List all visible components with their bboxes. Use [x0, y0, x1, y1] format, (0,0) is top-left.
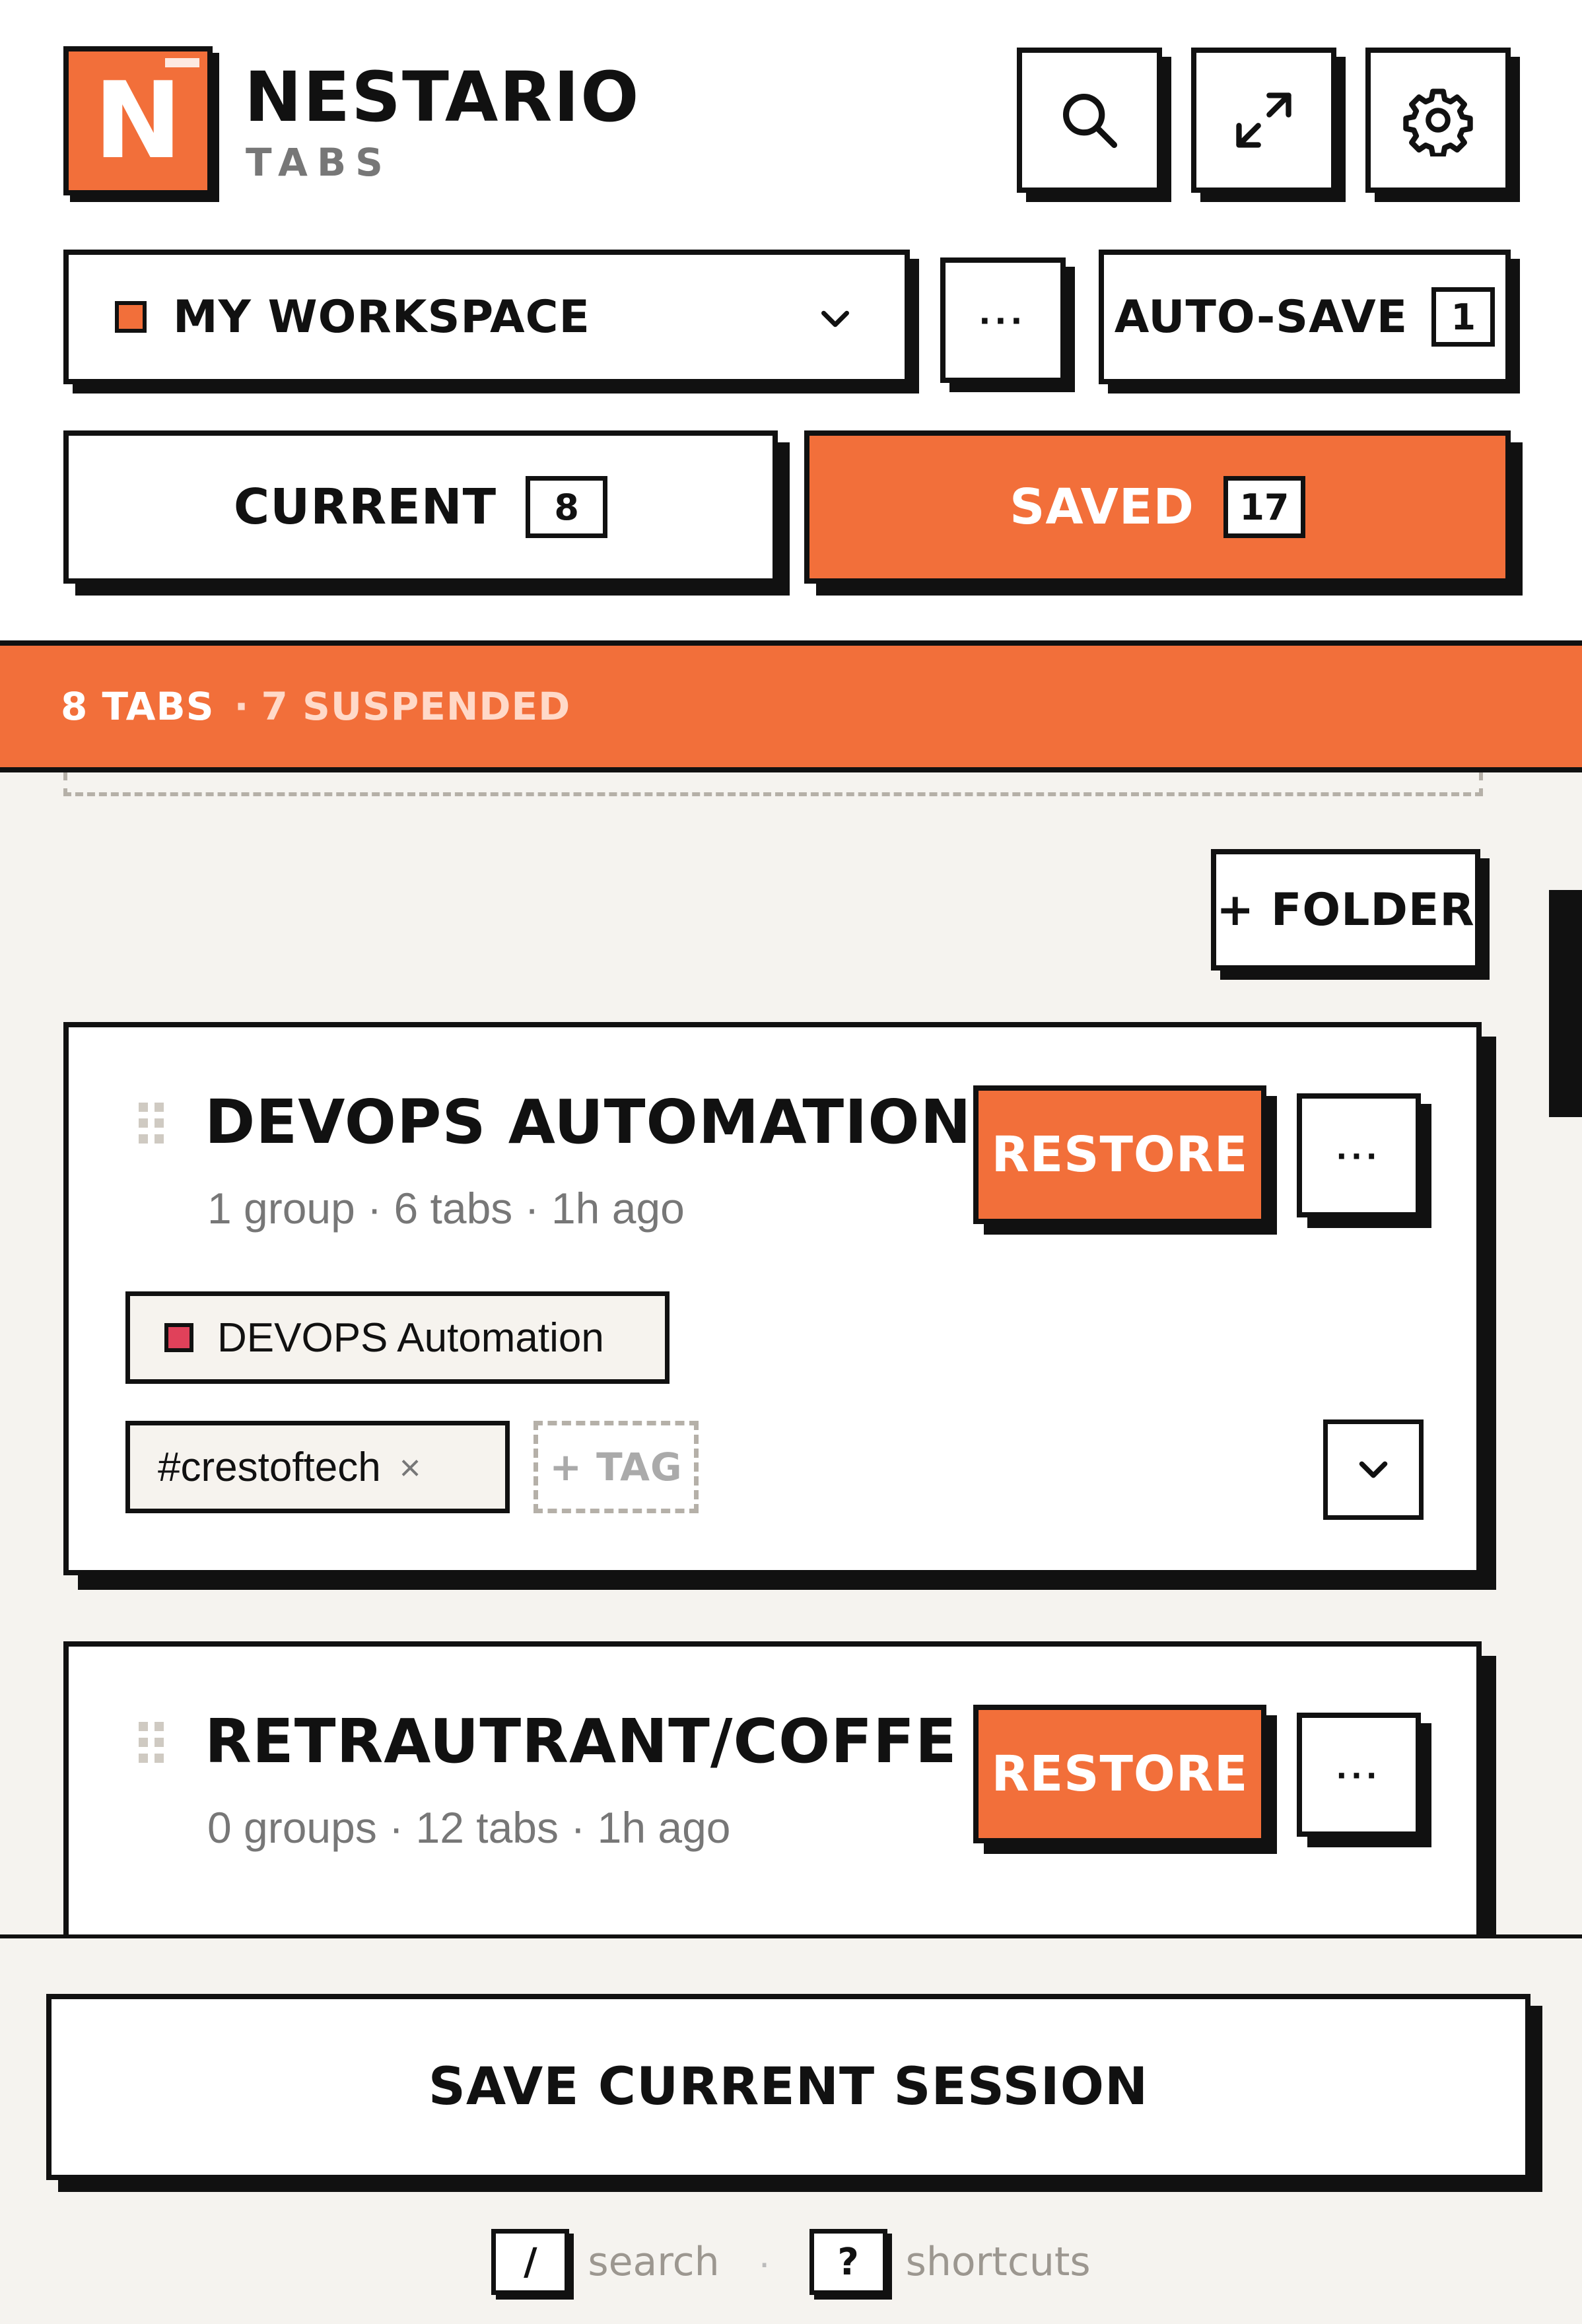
- tag-remove-icon[interactable]: ×: [399, 1446, 421, 1489]
- header: N NESTARIO TABS MY WORKSPACE ··· AUTO-SA…: [0, 0, 1582, 640]
- session-more-button[interactable]: ···: [1297, 1093, 1421, 1217]
- brand-subtitle: TABS: [246, 140, 392, 185]
- group-label: DEVOPS Automation: [217, 1315, 604, 1361]
- logo-letter: N: [94, 59, 182, 182]
- tab-saved-count: 17: [1223, 476, 1305, 538]
- drag-handle-icon[interactable]: [139, 1722, 164, 1763]
- add-folder-button[interactable]: + FOLDER: [1211, 849, 1480, 971]
- session-title: DEVOPS AUTOMATION: [205, 1087, 972, 1157]
- chevron-down-icon: [821, 310, 849, 327]
- shortcuts-label: shortcuts: [905, 2239, 1091, 2285]
- search-button[interactable]: [1017, 48, 1162, 193]
- save-current-session-button[interactable]: SAVE CURRENT SESSION: [46, 1994, 1530, 2180]
- app-logo: N: [63, 46, 213, 195]
- tab-current-count: 8: [526, 476, 608, 538]
- drag-handle-icon[interactable]: [139, 1103, 164, 1144]
- session-meta: 0 groups · 12 tabs · 1h ago: [207, 1803, 731, 1852]
- status-bar: 8 TABS · 7 SUSPENDED: [0, 640, 1582, 772]
- tag-label: #crestoftech: [158, 1444, 381, 1490]
- search-shortcut-label: search: [588, 2239, 720, 2285]
- search-shortcut-key: /: [491, 2229, 570, 2295]
- shortcuts-key: ?: [809, 2229, 887, 2295]
- tab-saved-label: SAVED: [1010, 479, 1194, 535]
- status-separator: ·: [234, 684, 250, 729]
- expand-session-button[interactable]: [1323, 1419, 1424, 1520]
- session-more-button[interactable]: ···: [1297, 1713, 1421, 1837]
- expand-button[interactable]: [1191, 48, 1336, 193]
- chevron-down-icon: [1359, 1461, 1388, 1478]
- gear-icon: [1403, 88, 1473, 156]
- keyboard-hints: / search · ? shortcuts: [0, 2222, 1582, 2302]
- restore-button[interactable]: RESTORE: [973, 1085, 1266, 1224]
- tag-chip: #crestoftech ×: [125, 1421, 510, 1513]
- autosave-button[interactable]: AUTO-SAVE 1: [1099, 250, 1511, 384]
- status-tab-count: 8 TABS: [61, 684, 215, 729]
- tab-current-label: CURRENT: [233, 479, 497, 535]
- tab-saved[interactable]: SAVED 17: [804, 430, 1511, 584]
- brand-name: NESTARIO: [244, 57, 640, 137]
- autosave-count: 1: [1431, 287, 1496, 347]
- workspace-more-button[interactable]: ···: [940, 257, 1066, 383]
- status-suspended-count: 7 SUSPENDED: [261, 684, 571, 729]
- logo-mark: [165, 58, 199, 67]
- autosave-label: AUTO-SAVE: [1114, 290, 1408, 343]
- scrollbar-thumb[interactable]: [1549, 890, 1582, 1117]
- workspace-select[interactable]: MY WORKSPACE: [63, 250, 910, 384]
- session-card: DEVOPS AUTOMATION 1 group · 6 tabs · 1h …: [63, 1022, 1482, 1575]
- drop-zone[interactable]: [63, 772, 1483, 796]
- restore-button[interactable]: RESTORE: [973, 1705, 1266, 1843]
- hint-separator: ·: [757, 2239, 771, 2284]
- expand-icon: [1236, 92, 1291, 148]
- workspace-color-swatch: [115, 301, 147, 333]
- tab-current[interactable]: CURRENT 8: [63, 430, 778, 584]
- settings-button[interactable]: [1365, 48, 1511, 193]
- workspace-name: MY WORKSPACE: [173, 290, 591, 343]
- session-meta: 1 group · 6 tabs · 1h ago: [207, 1184, 685, 1233]
- search-icon: [1063, 94, 1118, 149]
- footer: SAVE CURRENT SESSION / search · ? shortc…: [0, 1934, 1582, 2324]
- add-tag-button[interactable]: + TAG: [533, 1421, 699, 1513]
- group-color-swatch: [164, 1323, 193, 1352]
- tab-group-chip[interactable]: DEVOPS Automation: [125, 1291, 670, 1384]
